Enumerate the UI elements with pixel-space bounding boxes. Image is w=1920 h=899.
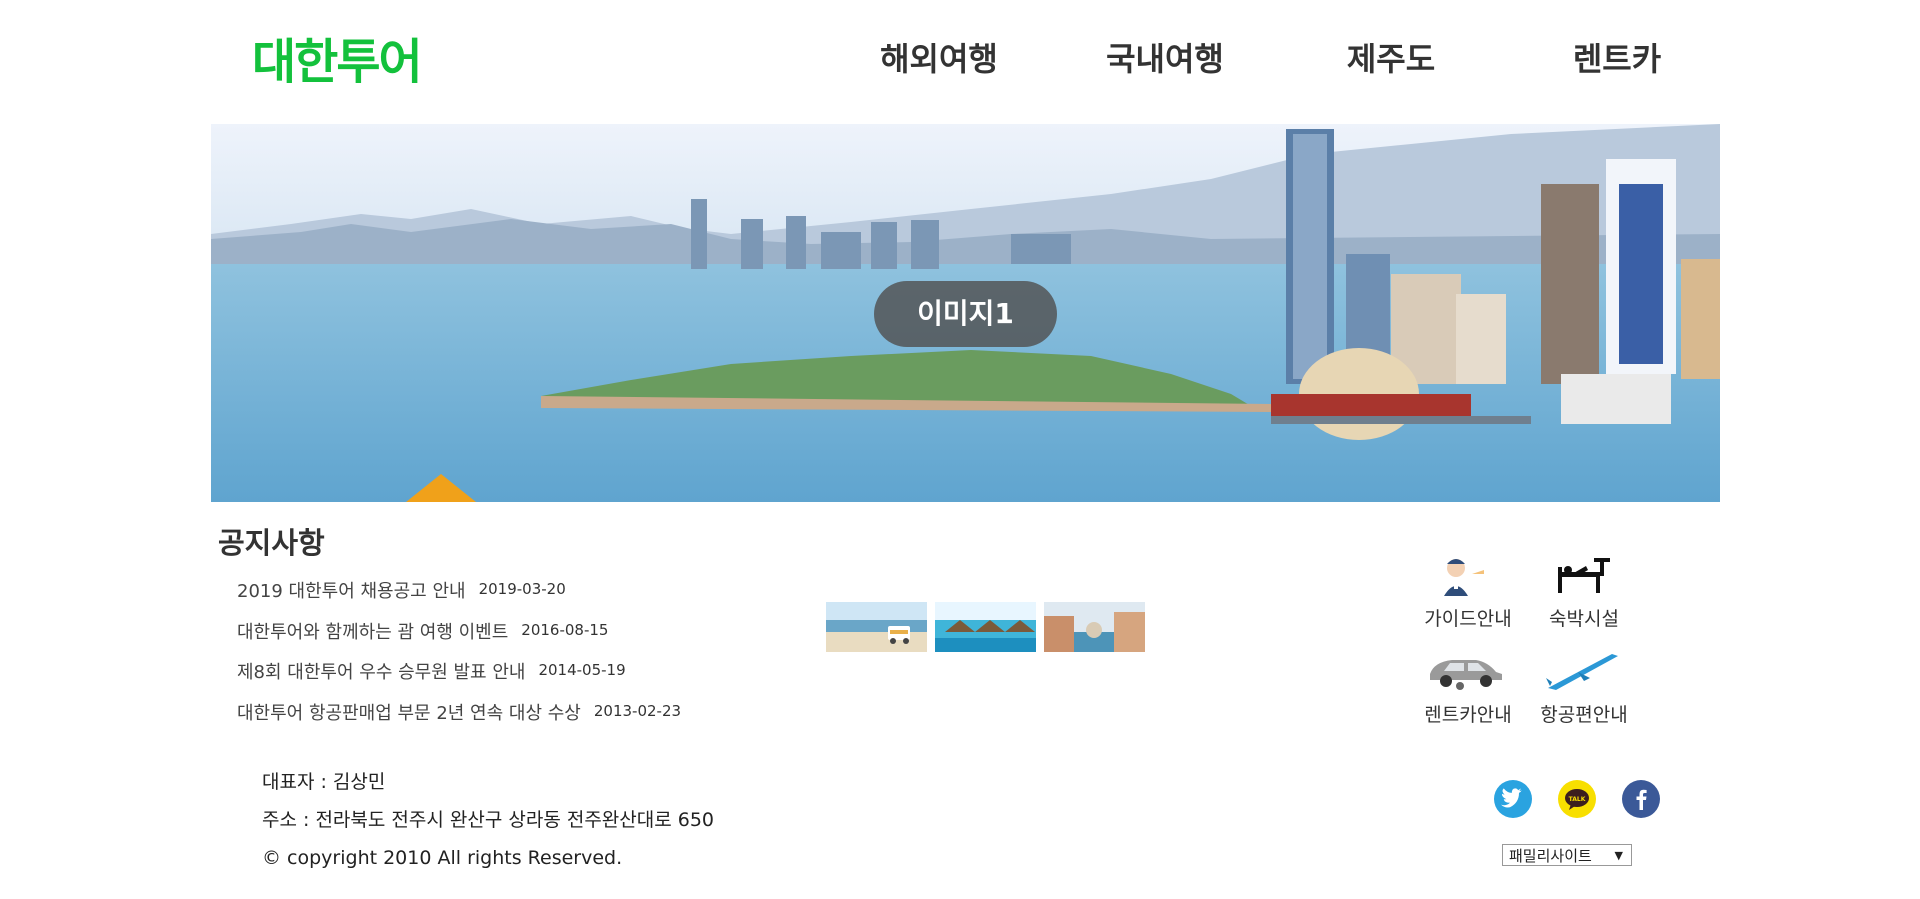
hero-caption: 이미지1 (874, 281, 1057, 347)
quick-rentcar[interactable]: 렌트카안내 (1412, 648, 1524, 727)
notice-item-title[interactable]: 제8회 대한투어 우수 승무원 발표 안내 (237, 658, 525, 684)
airplane-icon (1528, 648, 1640, 694)
notice-item-title[interactable]: 대한투어와 함께하는 괌 여행 이벤트 (237, 618, 508, 644)
page: 대한투어 해외여행 국내여행 제주도 렌트카 이미지1 공지사항 2019 대한… (0, 0, 1920, 899)
family-site-select[interactable]: 패밀리사이트 ▼ (1502, 844, 1632, 866)
notice-item[interactable]: 2019 대한투어 채용공고 안내 2019-03-20 (237, 577, 797, 618)
quick-guide[interactable]: 가이드안내 (1412, 552, 1524, 631)
gallery-thumb-beach[interactable] (826, 602, 927, 652)
quick-flight[interactable]: 항공편안내 (1528, 648, 1640, 727)
footer: 대표자 : 김상민 주소 : 전라북도 전주시 완산구 상라동 전주완산대로 6… (262, 770, 714, 884)
notice-item-date: 2013-02-23 (593, 701, 682, 720)
kakao-talk-text: TALK (1569, 796, 1586, 803)
footer-copyright: © copyright 2010 All rights Reserved. (262, 847, 623, 869)
notice-item-title[interactable]: 대한투어 항공판매업 부문 2년 연속 대상 수상 (237, 699, 581, 725)
footer-representative: 대표자 : 김상민 (262, 771, 386, 793)
main-nav: 해외여행 국내여행 제주도 렌트카 (826, 34, 1730, 84)
notice-item-title[interactable]: 2019 대한투어 채용공고 안내 (237, 577, 466, 603)
notice-title: 공지사항 (218, 526, 325, 560)
footer-address: 주소 : 전라북도 전주시 완산구 상라동 전주완산대로 650 (262, 809, 715, 831)
notice-item-date: 2014-05-19 (538, 661, 626, 679)
quick-menu: 가이드안내 숙박시설 렌트카안내 항공편안내 (1412, 552, 1652, 732)
car-icon (1412, 648, 1524, 694)
chevron-down-icon: ▼ (1614, 849, 1623, 862)
twitter-icon[interactable] (1494, 780, 1532, 818)
nav-item-jeju[interactable]: 제주도 (1278, 34, 1504, 84)
notice-item-date: 2016-08-15 (521, 620, 609, 639)
notice-item[interactable]: 대한투어와 함께하는 괌 여행 이벤트 2016-08-15 (237, 618, 797, 659)
social-links: TALK (1494, 780, 1660, 818)
nav-item-rentcar[interactable]: 렌트카 (1504, 34, 1730, 84)
gallery-thumb-venice[interactable] (1044, 602, 1145, 652)
bed-icon (1528, 552, 1640, 598)
quick-lodging-label: 숙박시설 (1549, 608, 1619, 630)
facebook-icon[interactable] (1622, 780, 1660, 818)
nav-item-domestic[interactable]: 국내여행 (1052, 34, 1278, 84)
gallery (826, 602, 1145, 652)
guide-icon (1412, 552, 1524, 598)
notice-list: 2019 대한투어 채용공고 안내 2019-03-20 대한투어와 함께하는 … (237, 577, 797, 739)
notice-item[interactable]: 제8회 대한투어 우수 승무원 발표 안내 2014-05-19 (237, 658, 797, 699)
quick-flight-label: 항공편안내 (1540, 704, 1628, 726)
quick-lodging[interactable]: 숙박시설 (1528, 552, 1640, 631)
family-site-selected: 패밀리사이트 (1509, 847, 1592, 865)
logo[interactable]: 대한투어 (252, 34, 423, 90)
quick-rentcar-label: 렌트카안내 (1424, 704, 1512, 726)
nav-item-overseas[interactable]: 해외여행 (826, 34, 1052, 84)
gallery-thumb-villa[interactable] (935, 602, 1036, 652)
kakaotalk-icon[interactable]: TALK (1558, 780, 1596, 818)
notice-item-date: 2019-03-20 (478, 580, 566, 598)
hero-banner[interactable]: 이미지1 (211, 124, 1720, 502)
notice-item[interactable]: 대한투어 항공판매업 부문 2년 연속 대상 수상 2013-02-23 (237, 699, 797, 740)
quick-guide-label: 가이드안내 (1424, 608, 1512, 630)
